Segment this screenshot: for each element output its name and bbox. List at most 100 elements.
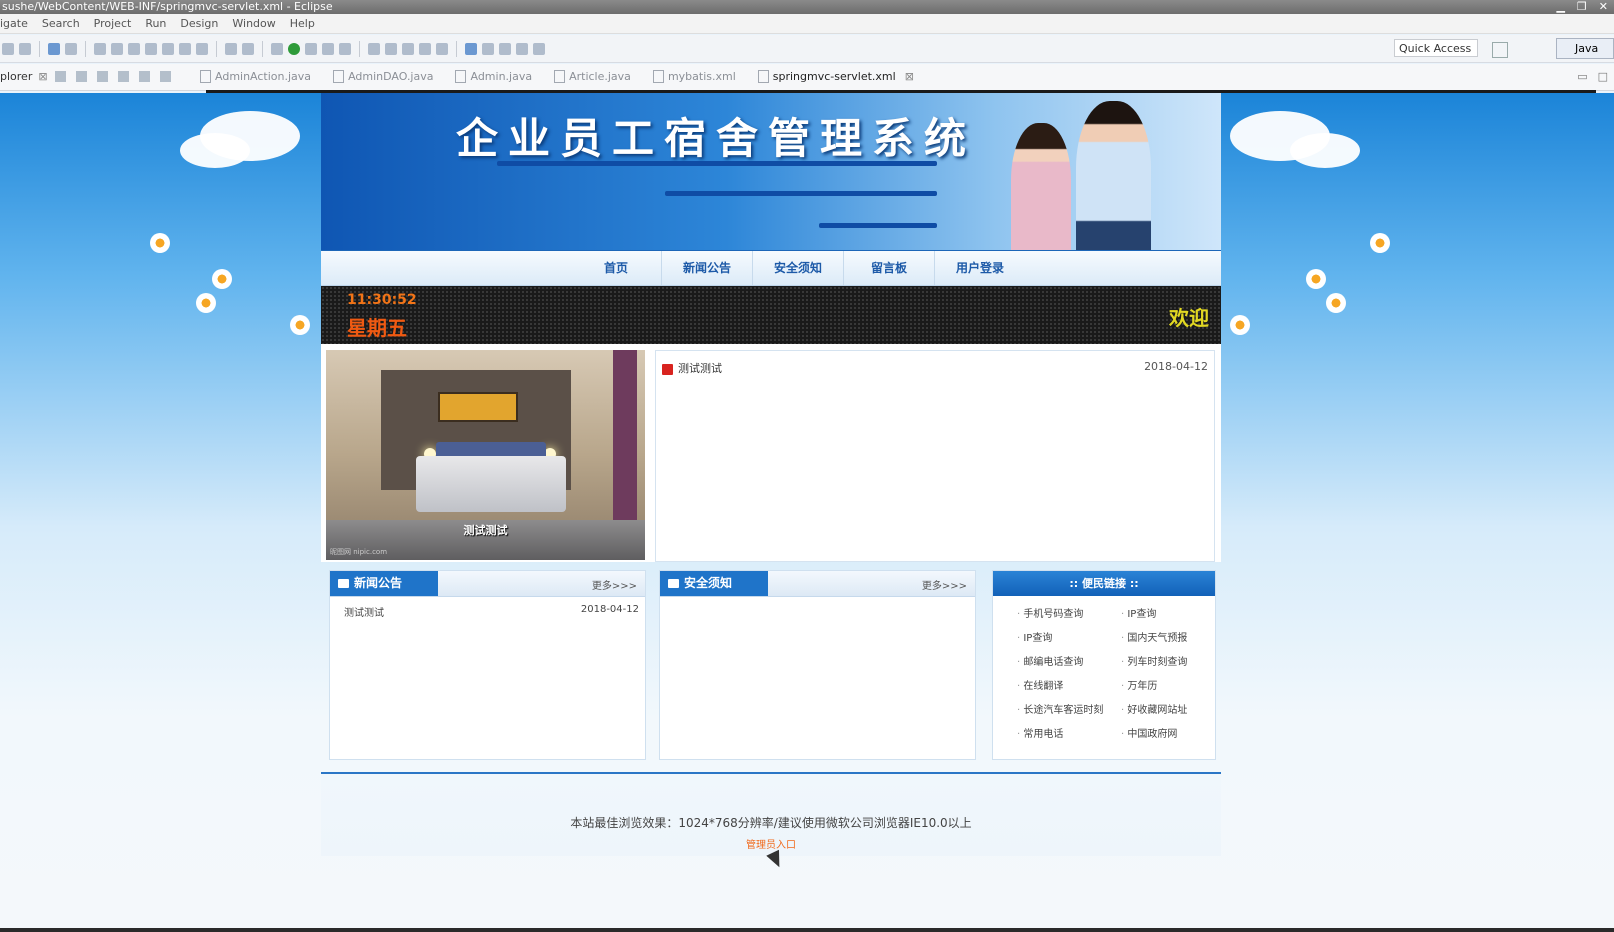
step-into-icon[interactable]: [162, 42, 174, 55]
toolbar-separator: [262, 40, 263, 57]
close-icon[interactable]: ⊠: [905, 70, 914, 83]
nav-news[interactable]: 新闻公告: [662, 251, 753, 285]
window-titlebar: sushe/WebContent/WEB-INF/springmvc-servl…: [0, 0, 1614, 14]
menu-project[interactable]: Project: [94, 14, 132, 33]
open-task-icon[interactable]: [419, 42, 431, 55]
link-train[interactable]: 列车时刻查询: [1121, 653, 1217, 668]
tab-adminaction[interactable]: AdminAction.java: [200, 70, 311, 83]
external-tools-icon[interactable]: [339, 42, 351, 55]
minimize-icon[interactable]: ▁: [1556, 0, 1564, 14]
link-translate[interactable]: 在线翻译: [1017, 677, 1121, 692]
search-icon[interactable]: [436, 42, 448, 55]
back-icon[interactable]: [516, 42, 528, 55]
content-boxes: 新闻公告 更多>>> 测试测试 2018-04-12 安全须知 更多>>> ::…: [321, 570, 1221, 760]
image-watermark: 昵图网 nipic.com: [330, 548, 388, 556]
main-toolbar: Quick Access Java EE: [0, 35, 1614, 75]
link-ip-lookup-2[interactable]: IP查询: [1017, 629, 1121, 644]
safety-more-link[interactable]: 更多>>>: [922, 577, 967, 592]
drop-to-frame-icon[interactable]: [242, 42, 254, 55]
link-favorites[interactable]: 好收藏网站址: [1121, 701, 1217, 716]
list-item[interactable]: 测试测试 2018-04-12: [662, 360, 1208, 376]
link-editor-icon[interactable]: [76, 71, 87, 82]
new-class-icon[interactable]: [385, 42, 397, 55]
menu-window[interactable]: Window: [232, 14, 275, 33]
coverage-icon[interactable]: [322, 42, 334, 55]
link-calendar[interactable]: 万年历: [1121, 677, 1217, 692]
minimize-view-icon[interactable]: [139, 71, 150, 82]
nav-login[interactable]: 用户登录: [935, 251, 1025, 285]
terminate-icon[interactable]: [128, 42, 140, 55]
maximize-icon[interactable]: □: [1598, 70, 1608, 83]
news-title[interactable]: 测试测试: [678, 362, 722, 375]
nav-safety[interactable]: 安全须知: [753, 251, 844, 285]
flower-decoration: [290, 315, 310, 335]
open-perspective-icon[interactable]: [1492, 42, 1508, 58]
use-step-filters-icon[interactable]: [225, 42, 237, 55]
view-menu-icon[interactable]: [118, 71, 129, 82]
banner-line: [665, 191, 937, 196]
menu-navigate[interactable]: igate: [0, 14, 28, 33]
tab-article[interactable]: Article.java: [554, 70, 631, 83]
minimize-icon[interactable]: ▭: [1577, 70, 1587, 83]
tab-admindao[interactable]: AdminDAO.java: [333, 70, 433, 83]
list-item[interactable]: 测试测试 2018-04-12: [344, 604, 639, 619]
quick-access-field[interactable]: Quick Access: [1394, 39, 1478, 57]
news-item-title[interactable]: 测试测试: [344, 608, 384, 619]
maximize-view-icon[interactable]: [160, 71, 171, 82]
save-icon[interactable]: [2, 42, 14, 55]
run-dropdown-icon[interactable]: [305, 42, 317, 55]
java-file-icon: [333, 70, 345, 83]
site-title: 企业员工宿舍管理系统: [456, 114, 977, 163]
admin-entry-link[interactable]: 管理员入口: [321, 836, 1221, 851]
link-gov[interactable]: 中国政府网: [1121, 725, 1217, 740]
link-postcode[interactable]: 邮编电话查询: [1017, 653, 1121, 668]
tab-admin[interactable]: Admin.java: [455, 70, 532, 83]
terminal-icon[interactable]: [48, 42, 60, 55]
skip-breakpoints-icon[interactable]: [65, 42, 77, 55]
step-over-icon[interactable]: [179, 42, 191, 55]
flower-decoration: [212, 269, 232, 289]
annotation-prev-icon[interactable]: [499, 42, 511, 55]
tab-springmvc-servlet[interactable]: springmvc-servlet.xml ⊠: [757, 70, 914, 83]
feature-caption: 测试测试: [463, 524, 508, 537]
java-ee-perspective-button[interactable]: Java EE: [1556, 38, 1614, 75]
run-icon[interactable]: [288, 42, 300, 55]
news-more-link[interactable]: 更多>>>: [592, 577, 637, 592]
news-box-label: 新闻公告: [354, 576, 403, 590]
restore-icon[interactable]: ❐: [1577, 0, 1587, 14]
debug-icon[interactable]: [271, 42, 283, 55]
link-ip-lookup[interactable]: IP查询: [1121, 605, 1217, 620]
link-weather[interactable]: 国内天气预报: [1121, 629, 1217, 644]
step-return-icon[interactable]: [196, 42, 208, 55]
student-girl: [1011, 123, 1071, 250]
feature-image[interactable]: 测试测试 昵图网 nipic.com: [326, 350, 645, 560]
menu-help[interactable]: Help: [290, 14, 315, 33]
flower-decoration: [1370, 233, 1390, 253]
tab-mybatis[interactable]: mybatis.xml: [652, 70, 736, 83]
forward-icon[interactable]: [533, 42, 545, 55]
flower-decoration: [1230, 315, 1250, 335]
disconnect-icon[interactable]: [145, 42, 157, 55]
nav-home[interactable]: 首页: [571, 251, 662, 285]
close-icon[interactable]: ⊠: [38, 70, 47, 83]
open-type-icon[interactable]: [402, 42, 414, 55]
menu-search[interactable]: Search: [42, 14, 80, 33]
suspend-icon[interactable]: [111, 42, 123, 55]
link-phones[interactable]: 常用电话: [1017, 725, 1121, 740]
close-icon[interactable]: ✕: [1599, 0, 1608, 14]
collapse-all-icon[interactable]: [55, 71, 66, 82]
focus-icon[interactable]: [97, 71, 108, 82]
new-server-icon[interactable]: [368, 42, 380, 55]
link-bus[interactable]: 长途汽车客运时刻: [1017, 701, 1121, 716]
tab-project-explorer[interactable]: plorer ⊠: [0, 70, 48, 83]
save-all-icon[interactable]: [19, 42, 31, 55]
link-phone-lookup[interactable]: 手机号码查询: [1017, 605, 1121, 620]
nav-guestbook[interactable]: 留言板: [844, 251, 935, 285]
menu-run[interactable]: Run: [145, 14, 166, 33]
clock-weekday: 星期五: [347, 316, 407, 340]
java-file-icon: [554, 70, 566, 83]
annotation-next-icon[interactable]: [482, 42, 494, 55]
resume-icon[interactable]: [94, 42, 106, 55]
web-browser-icon[interactable]: [465, 42, 477, 55]
menu-design[interactable]: Design: [180, 14, 218, 33]
